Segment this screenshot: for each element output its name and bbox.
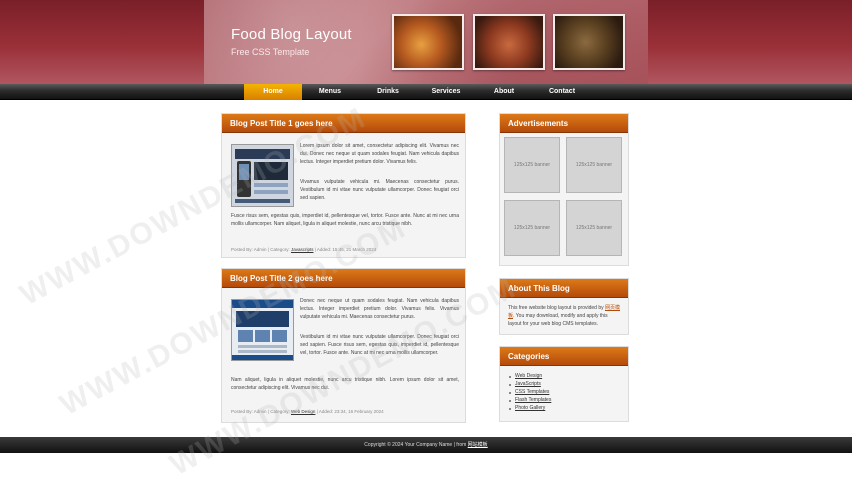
food-photo-sausages (392, 14, 464, 70)
post-1-paragraph-3: Fusce risus sem, egestas quis, imperdiet… (231, 213, 459, 227)
ads-panel: Advertisements 125x125 banner 125x125 ba… (499, 113, 629, 266)
post-meta-suffix: | Added: 15:45, 21 March 2024 (314, 247, 377, 252)
ad-banner-3[interactable]: 125x125 banner (504, 200, 560, 256)
category-link-web-design[interactable]: Web Design (515, 373, 542, 379)
about-title: About This Blog (500, 279, 628, 298)
category-link-photo-gallery[interactable]: Photo Gallery (515, 405, 545, 411)
about-text: This free website blog layout is provide… (508, 304, 622, 328)
bullet-icon (509, 400, 511, 402)
post-meta-prefix: Posted By: Admin | Category: (231, 409, 290, 414)
ad-banner-4[interactable]: 125x125 banner (566, 200, 622, 256)
categories-title: Categories (500, 347, 628, 366)
post-thumbnail-2[interactable] (231, 299, 294, 361)
bullet-icon (509, 384, 511, 386)
categories-panel: Categories Web Design JavaScripts CSS Te… (499, 346, 629, 422)
post-thumbnail-1[interactable] (231, 144, 294, 207)
site-title[interactable]: Food Blog Layout (231, 26, 352, 43)
post-2-meta: Posted By: Admin | Category: Web Design … (231, 409, 384, 414)
food-photo-steak (473, 14, 545, 70)
product-screenshot-icon (232, 145, 293, 206)
post-2-paragraph-3: Nam aliquet, ligula in aliquet molestie,… (231, 377, 459, 391)
food-photo-mushrooms (553, 14, 625, 70)
main-nav: Home Menus Drinks Services About Contact (0, 84, 852, 100)
nav-drinks[interactable]: Drinks (359, 84, 417, 100)
about-text-2: . You may download, modify and apply thi… (508, 313, 608, 327)
post-1-paragraph-2: Vivamus vulputate vehicula mi. Maecenas … (300, 179, 459, 201)
post-title-1[interactable]: Blog Post Title 1 goes here (222, 114, 465, 133)
post-meta-suffix: | Added: 23:34, 16 February 2024 (316, 409, 384, 414)
ads-title: Advertisements (500, 114, 628, 133)
ad-banner-2[interactable]: 125x125 banner (566, 137, 622, 193)
post-2-paragraph-1: Donec nec neque ut quam sodales feugiat.… (300, 298, 459, 320)
website-screenshot-icon (232, 300, 293, 360)
site-subtitle: Free CSS Template (231, 47, 310, 57)
blog-post-2: Blog Post Title 2 goes here Donec nec ne… (221, 268, 466, 423)
bullet-icon (509, 392, 511, 394)
nav-services[interactable]: Services (417, 84, 475, 100)
category-link-css-templates[interactable]: CSS Templates (515, 389, 549, 395)
post-meta-prefix: Posted By: Admin | Category: (231, 247, 290, 252)
nav-home[interactable]: Home (244, 84, 302, 100)
category-link-javascripts[interactable]: JavaScripts (515, 381, 541, 387)
post-2-paragraph-2: Vestibulum id mi vitae nunc vulputate ul… (300, 334, 459, 356)
ad-banner-1[interactable]: 125x125 banner (504, 137, 560, 193)
about-panel: About This Blog This free website blog l… (499, 278, 629, 335)
post-1-meta: Posted By: Admin | Category: Javascripts… (231, 247, 376, 252)
blog-post-1: Blog Post Title 1 goes here Lorem ipsum … (221, 113, 466, 258)
nav-about[interactable]: About (475, 84, 533, 100)
bullet-icon (509, 376, 511, 378)
nav-menus[interactable]: Menus (301, 84, 359, 100)
bullet-icon (509, 408, 511, 410)
post-title-2[interactable]: Blog Post Title 2 goes here (222, 269, 465, 288)
footer-copyright: Copyright © 2024 Your Company Name | fro… (364, 442, 467, 448)
category-link-flash-templates[interactable]: Flash Templates (515, 397, 551, 403)
nav-contact[interactable]: Contact (533, 84, 591, 100)
footer-link[interactable]: 网站模板 (468, 442, 488, 448)
post-1-category-link[interactable]: Javascripts (291, 247, 314, 252)
post-2-category-link[interactable]: Web Design (291, 409, 315, 414)
footer: Copyright © 2024 Your Company Name | fro… (0, 437, 852, 453)
about-text-1: This free website blog layout is provide… (508, 305, 604, 311)
post-1-paragraph-1: Lorem ipsum dolor sit amet, consectetur … (300, 143, 459, 165)
